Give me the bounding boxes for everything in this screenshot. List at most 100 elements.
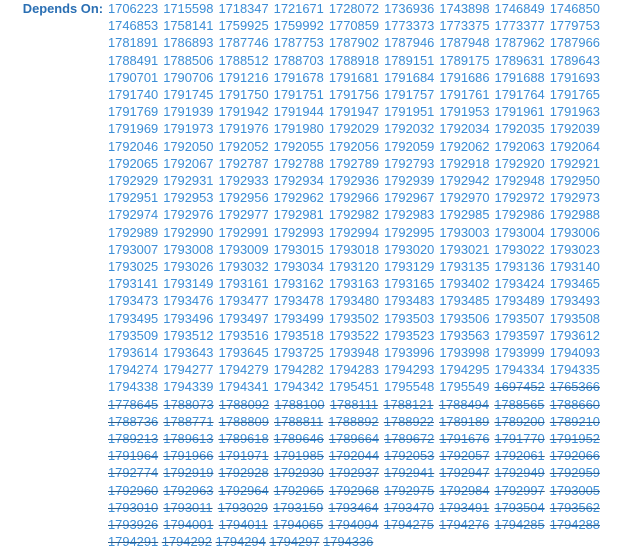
bug-link-resolved[interactable]: 1792968 (329, 483, 379, 498)
bug-link[interactable]: 1793136 (495, 259, 545, 274)
bug-link[interactable]: 1793597 (495, 328, 545, 343)
bug-link-resolved[interactable]: 1794288 (550, 517, 600, 532)
bug-link[interactable]: 1786893 (163, 35, 213, 50)
bug-link[interactable]: 1793516 (218, 328, 268, 343)
bug-link[interactable]: 1792983 (384, 207, 434, 222)
bug-link[interactable]: 1793503 (384, 311, 434, 326)
bug-link[interactable]: 1793478 (274, 293, 324, 308)
bug-link[interactable]: 1791769 (108, 104, 158, 119)
bug-link-resolved[interactable]: 1791966 (163, 448, 213, 463)
bug-link[interactable]: 1792972 (495, 190, 545, 205)
bug-link[interactable]: 1789631 (495, 53, 545, 68)
bug-link-resolved[interactable]: 1793010 (108, 500, 158, 515)
bug-link-resolved[interactable]: 1793029 (218, 500, 268, 515)
bug-link[interactable]: 1794282 (274, 362, 324, 377)
bug-link[interactable]: 1793506 (439, 311, 489, 326)
bug-link[interactable]: 1791761 (439, 87, 489, 102)
bug-link[interactable]: 1773377 (495, 18, 545, 33)
bug-link[interactable]: 1706223 (108, 1, 158, 16)
bug-link[interactable]: 1791216 (218, 70, 268, 85)
bug-link[interactable]: 1721671 (274, 1, 324, 16)
bug-link[interactable]: 1791973 (163, 121, 213, 136)
bug-link-resolved[interactable]: 1788073 (163, 397, 213, 412)
bug-link-resolved[interactable]: 1793491 (439, 500, 489, 515)
bug-link[interactable]: 1792989 (108, 225, 158, 240)
bug-link[interactable]: 1789151 (384, 53, 434, 68)
bug-link[interactable]: 1792921 (550, 156, 600, 171)
bug-link-resolved[interactable]: 1793464 (328, 500, 378, 515)
bug-link-resolved[interactable]: 1794011 (219, 517, 268, 532)
bug-link[interactable]: 1792067 (163, 156, 213, 171)
bug-link[interactable]: 1793149 (163, 276, 213, 291)
bug-link-resolved[interactable]: 1788121 (383, 397, 433, 412)
bug-link-resolved[interactable]: 1792928 (218, 465, 268, 480)
bug-link[interactable]: 1792934 (274, 173, 324, 188)
bug-link-resolved[interactable]: 1792774 (108, 465, 158, 480)
bug-link[interactable]: 1791693 (550, 70, 600, 85)
bug-link-resolved[interactable]: 1791770 (495, 431, 545, 446)
bug-link[interactable]: 1793948 (329, 345, 379, 360)
bug-link-resolved[interactable]: 1794292 (162, 534, 212, 549)
bug-link[interactable]: 1792059 (384, 139, 434, 154)
bug-link-resolved[interactable]: 1794291 (108, 534, 158, 549)
bug-link[interactable]: 1793162 (274, 276, 324, 291)
bug-link[interactable]: 1792991 (218, 225, 268, 240)
bug-link-resolved[interactable]: 1765366 (550, 379, 600, 394)
bug-link[interactable]: 1791745 (163, 87, 213, 102)
bug-link[interactable]: 1791756 (329, 87, 379, 102)
bug-link[interactable]: 1792951 (108, 190, 158, 205)
bug-link[interactable]: 1792993 (274, 225, 324, 240)
bug-link[interactable]: 1790706 (163, 70, 213, 85)
bug-link-resolved[interactable]: 1788565 (494, 397, 544, 412)
bug-link-resolved[interactable]: 1792947 (439, 465, 489, 480)
bug-link[interactable]: 1793141 (108, 276, 158, 291)
bug-link[interactable]: 1792931 (163, 173, 213, 188)
bug-link[interactable]: 1791750 (218, 87, 268, 102)
bug-link[interactable]: 1793402 (439, 276, 489, 291)
bug-link[interactable]: 1792065 (108, 156, 158, 171)
bug-link-resolved[interactable]: 1792949 (495, 465, 545, 480)
bug-link[interactable]: 1791947 (329, 104, 379, 119)
bug-link-resolved[interactable]: 1788660 (550, 397, 600, 412)
bug-link[interactable]: 1788491 (108, 53, 158, 68)
bug-link[interactable]: 1791751 (274, 87, 324, 102)
bug-link[interactable]: 1794339 (163, 379, 213, 394)
bug-link[interactable]: 1770859 (329, 18, 379, 33)
bug-link[interactable]: 1792788 (274, 156, 324, 171)
bug-link[interactable]: 1794338 (108, 379, 158, 394)
bug-link[interactable]: 1793996 (384, 345, 434, 360)
bug-link-resolved[interactable]: 1789618 (218, 431, 268, 446)
bug-link[interactable]: 1746853 (108, 18, 158, 33)
bug-link[interactable]: 1793022 (495, 242, 545, 257)
bug-link[interactable]: 1793007 (108, 242, 158, 257)
bug-link[interactable]: 1794277 (163, 362, 213, 377)
bug-link[interactable]: 1791764 (495, 87, 545, 102)
bug-link[interactable]: 1792995 (384, 225, 434, 240)
bug-link[interactable]: 1792787 (218, 156, 268, 171)
bug-link[interactable]: 1790701 (108, 70, 158, 85)
bug-link-resolved[interactable]: 1791985 (274, 448, 324, 463)
bug-link[interactable]: 1789643 (550, 53, 600, 68)
bug-link[interactable]: 1792973 (550, 190, 600, 205)
bug-link[interactable]: 1793023 (550, 242, 600, 257)
bug-link[interactable]: 1792039 (550, 121, 600, 136)
bug-link-resolved[interactable]: 1793011 (163, 500, 212, 515)
bug-link[interactable]: 1793018 (329, 242, 379, 257)
bug-link-resolved[interactable]: 1792941 (384, 465, 434, 480)
bug-link-resolved[interactable]: 1792975 (384, 483, 434, 498)
bug-link-resolved[interactable]: 1788494 (439, 397, 489, 412)
bug-link-resolved[interactable]: 1788922 (384, 414, 434, 429)
bug-link[interactable]: 1787946 (384, 35, 434, 50)
bug-link[interactable]: 1793507 (495, 311, 545, 326)
bug-link[interactable]: 1792032 (384, 121, 434, 136)
bug-link[interactable]: 1715598 (163, 1, 213, 16)
bug-link[interactable]: 1779753 (550, 18, 600, 33)
bug-link[interactable]: 1795451 (329, 379, 379, 394)
bug-link[interactable]: 1794283 (329, 362, 379, 377)
bug-link-resolved[interactable]: 1792959 (550, 465, 600, 480)
bug-link[interactable]: 1793512 (163, 328, 213, 343)
bug-link[interactable]: 1793499 (274, 311, 324, 326)
bug-link-resolved[interactable]: 1789200 (494, 414, 544, 429)
bug-link[interactable]: 1787753 (274, 35, 324, 50)
bug-link[interactable]: 1743898 (439, 1, 489, 16)
